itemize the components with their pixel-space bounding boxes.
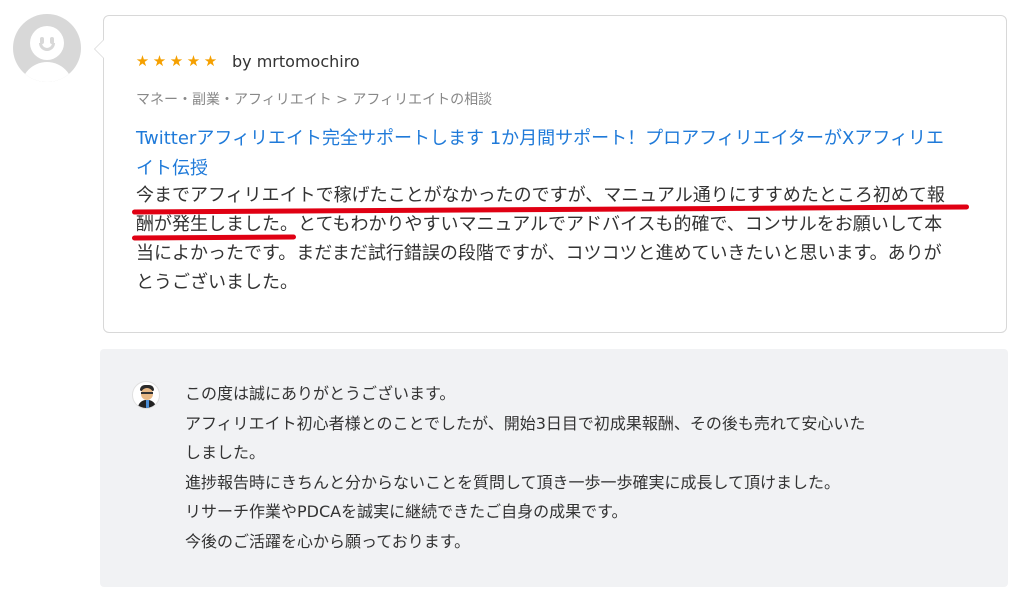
- service-title-link[interactable]: Twitterアフィリエイト完全サポートします 1か月間サポート！プロアフィリエ…: [136, 124, 976, 184]
- star-icon: ★: [203, 51, 218, 70]
- highlight-underline-line-2: [131, 234, 297, 241]
- star-icon: ★: [169, 51, 184, 70]
- review-category-breadcrumb: マネー・副業・アフィリエイト > アフィリエイトの相談: [136, 92, 493, 108]
- star-icon: ★: [186, 51, 201, 70]
- seller-avatar-tie: [146, 400, 149, 408]
- rating-row: ★ ★ ★ ★ ★ by mrtomochiro: [134, 48, 360, 74]
- star-icon: ★: [152, 51, 167, 70]
- reviewer-avatar-icon: [13, 14, 81, 82]
- seller-avatar-glasses: [141, 392, 153, 397]
- seller-reply-body: この度は誠にありがとうございます。 アフィリエイト初心者様とのことでしたが、開始…: [185, 384, 866, 551]
- avatar-smile: [39, 43, 55, 51]
- star-icon: ★: [135, 51, 150, 70]
- seller-avatar-icon: [132, 381, 160, 409]
- avatar-face-icon: [30, 26, 64, 60]
- avatar-shoulders: [21, 62, 73, 82]
- star-rating: ★ ★ ★ ★ ★: [134, 51, 219, 70]
- reviewer-name: by mrtomochiro: [232, 51, 360, 71]
